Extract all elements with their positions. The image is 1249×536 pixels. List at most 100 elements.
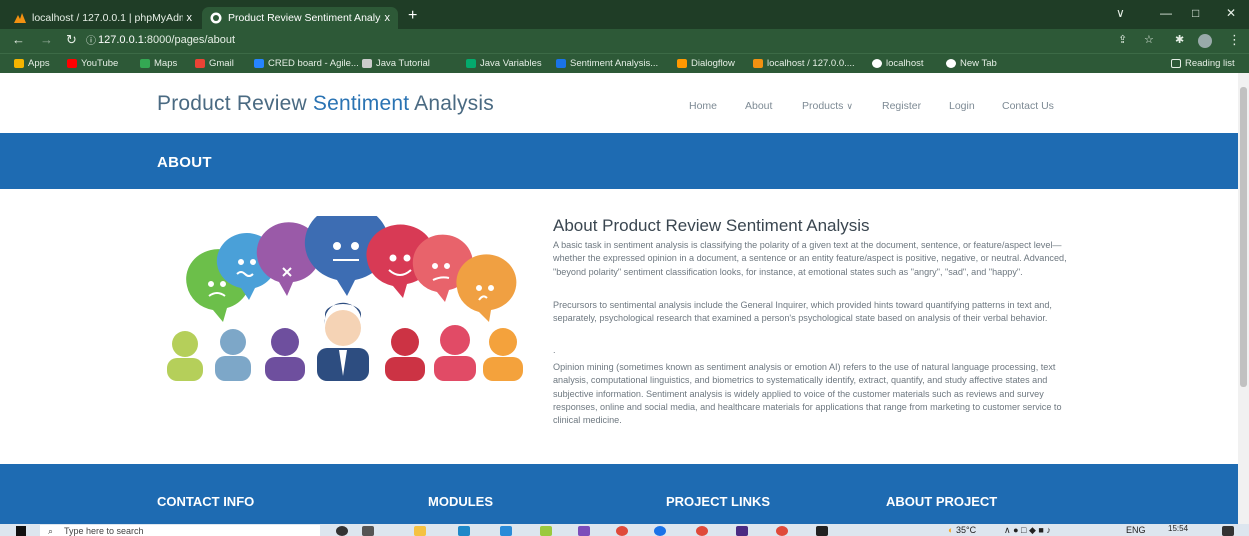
page-title: ABOUT [157, 154, 212, 171]
windows-start-icon[interactable] [16, 526, 26, 536]
url-field[interactable]: 127.0.0.1:8000/pages/about [98, 34, 235, 46]
bookmark-localhost[interactable]: localhost [872, 58, 924, 69]
system-tray-icons[interactable]: ∧ ● □ ◆ ■ ♪ [1004, 525, 1051, 536]
bookmark-label: Maps [154, 58, 178, 69]
jira-icon [254, 59, 264, 68]
sentiment-illustration-icon [167, 216, 523, 381]
youtube-icon [67, 59, 77, 68]
footer-heading-project-links: PROJECT LINKS [666, 494, 771, 509]
clock[interactable]: 15:54 [1168, 524, 1188, 533]
bookmark-maps[interactable]: Maps [140, 58, 177, 69]
tab-title: Product Review Sentiment Analysis [228, 12, 381, 24]
globe-icon [872, 59, 882, 68]
address-bar-row: ← → ↻ ⓘ 127.0.0.1:8000/pages/about ⇪ ☆ ✱… [0, 29, 1249, 53]
sentiment-icon [556, 59, 566, 68]
maximize-icon[interactable]: □ [1192, 6, 1199, 20]
close-window-icon[interactable]: ✕ [1226, 6, 1236, 20]
close-tab-icon[interactable]: x [187, 12, 193, 24]
sun-icon: ◐ [948, 525, 954, 535]
bookmark-label: Sentiment Analysis... [570, 58, 659, 69]
dialogflow-icon [677, 59, 687, 68]
bookmark-label: New Tab [960, 58, 997, 69]
chrome-icon[interactable] [696, 526, 708, 536]
menu-dots-icon[interactable]: ⋮ [1228, 33, 1241, 47]
tab-search-icon[interactable]: ∨ [1116, 6, 1125, 20]
task-view-icon[interactable] [362, 526, 374, 536]
terminal-icon[interactable] [816, 526, 828, 536]
app-icon[interactable] [458, 526, 470, 536]
bookmark-label: localhost / 127.0.0.... [767, 58, 855, 69]
bookmark-sentiment-analysis[interactable]: Sentiment Analysis... [556, 58, 658, 69]
taskbar-search-input[interactable]: ⌕ Type here to search [40, 525, 320, 536]
close-tab-icon[interactable]: x [385, 12, 391, 24]
bookmark-star-icon[interactable]: ☆ [1144, 33, 1154, 47]
notifications-icon[interactable] [1222, 526, 1234, 536]
bookmark-java-variables[interactable]: Java Variables [466, 58, 542, 69]
gmail-icon [195, 59, 205, 68]
footer-heading-modules: MODULES [428, 494, 493, 509]
search-icon: ⌕ [48, 526, 54, 536]
nav-home[interactable]: Home [689, 100, 717, 112]
share-icon[interactable]: ⇪ [1118, 33, 1127, 47]
site-brand[interactable]: Product Review Sentiment Analysis [157, 92, 494, 116]
brand-word: Review [236, 92, 313, 115]
w3schools-icon [466, 59, 476, 68]
tab-title: localhost / 127.0.0.1 | phpMyAdmin [32, 12, 183, 24]
nav-about[interactable]: About [745, 100, 772, 112]
nav-login[interactable]: Login [949, 100, 975, 112]
browser-tab-bar: localhost / 127.0.0.1 | phpMyAdmin x Pro… [0, 0, 1249, 29]
reading-list-label: Reading list [1185, 58, 1235, 69]
tab-phpmyadmin[interactable]: localhost / 127.0.0.1 | phpMyAdmin x [6, 7, 200, 29]
reading-list-button[interactable]: Reading list [1171, 58, 1235, 69]
extensions-icon[interactable]: ✱ [1175, 33, 1184, 47]
cortana-icon[interactable] [336, 526, 348, 536]
file-explorer-icon[interactable] [414, 526, 426, 536]
minimize-icon[interactable]: — [1160, 6, 1172, 20]
brand-word: Product [157, 92, 237, 115]
chevron-down-icon: ∨ [846, 101, 853, 111]
about-heading: About Product Review Sentiment Analysis [553, 216, 870, 235]
bookmark-apps[interactable]: Apps [14, 58, 50, 69]
footer-heading-contact-info: CONTACT INFO [157, 494, 255, 509]
java-icon [362, 59, 372, 68]
app-icon[interactable] [500, 526, 512, 536]
bookmark-youtube[interactable]: YouTube [67, 58, 118, 69]
tab-sentiment-analysis[interactable]: Product Review Sentiment Analysis x [202, 7, 398, 29]
info-icon[interactable]: ⓘ [86, 35, 96, 49]
bookmark-label: localhost [886, 58, 924, 69]
weather-widget[interactable]: ◐ 35°C [948, 525, 976, 535]
app-icon[interactable] [540, 526, 552, 536]
footer-heading-about-project: ABOUT PROJECT [886, 494, 998, 509]
nav-contact-us[interactable]: Contact Us [1002, 100, 1054, 112]
reload-icon[interactable]: ↻ [66, 33, 77, 47]
page-scrollbar[interactable] [1238, 73, 1249, 524]
new-tab-button[interactable]: + [408, 8, 417, 24]
bookmark-java-tutorial[interactable]: Java Tutorial [362, 58, 430, 69]
back-arrow-icon[interactable]: ← [12, 33, 25, 47]
nav-register[interactable]: Register [882, 100, 921, 112]
bookmark-dialogflow[interactable]: Dialogflow [677, 58, 735, 69]
bookmark-new-tab[interactable]: New Tab [946, 58, 997, 69]
chrome-icon[interactable] [776, 526, 788, 536]
maps-pin-icon[interactable] [654, 526, 666, 536]
profile-avatar[interactable] [1198, 34, 1212, 48]
url-host: 127.0.0.1 [98, 34, 144, 46]
search-placeholder: Type here to search [64, 526, 144, 536]
bookmark-localhost-phpmyadmin[interactable]: localhost / 127.0.0.... [753, 58, 855, 69]
brand-word: Analysis [414, 92, 494, 115]
bookmarks-bar: Apps YouTube Maps Gmail CRED board - Agi… [0, 53, 1249, 73]
brand-word-accent: Sentiment [312, 92, 415, 115]
bookmark-gmail[interactable]: Gmail [195, 58, 234, 69]
app-icon[interactable] [736, 526, 748, 536]
language-indicator[interactable]: ENG [1126, 525, 1146, 535]
apps-grid-icon [14, 59, 24, 68]
visual-studio-icon[interactable] [578, 526, 590, 536]
bookmark-cred-board[interactable]: CRED board - Agile... [254, 58, 359, 69]
globe-icon [946, 59, 956, 68]
nav-products[interactable]: Products ∨ [802, 100, 853, 112]
chrome-icon[interactable] [616, 526, 628, 536]
forward-arrow-icon[interactable]: → [40, 33, 53, 47]
bookmark-label: Gmail [209, 58, 234, 69]
bookmark-label: YouTube [81, 58, 119, 69]
scrollbar-thumb[interactable] [1240, 87, 1247, 387]
